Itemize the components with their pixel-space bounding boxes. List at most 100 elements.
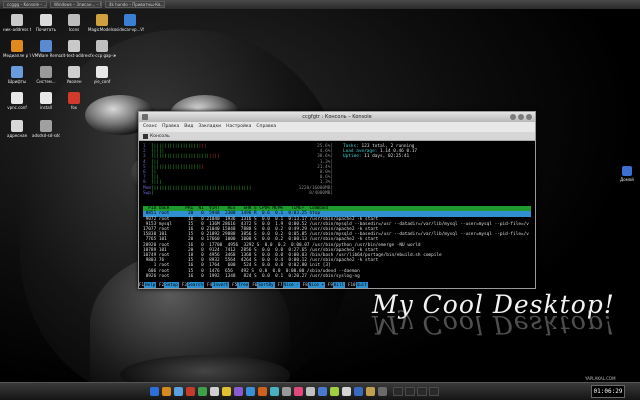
function-key[interactable]: F1 Help <box>139 282 157 288</box>
maximize-icon[interactable] <box>518 114 524 120</box>
app-launcher-icon[interactable] <box>330 387 339 396</box>
function-key[interactable]: F9 Kill <box>328 282 346 288</box>
function-key[interactable]: F8 Nice + <box>303 282 325 288</box>
desktop-icon-label: alt-test-address t... <box>60 53 88 58</box>
function-key-label: Tree <box>237 282 250 288</box>
function-key[interactable]: F10 Quit <box>348 282 368 288</box>
desktop-icon[interactable]: Медиапле р VLC <box>3 40 31 58</box>
home-folder-icon <box>622 166 632 176</box>
function-key-label: Quit <box>355 282 368 288</box>
konsole-window[interactable]: ccgfgtr : Консоль – Konsole Сеанс Правка… <box>138 111 536 289</box>
window-menu-icon[interactable] <box>142 114 148 120</box>
pager-desktop-1[interactable] <box>393 387 403 396</box>
file-icon <box>40 92 52 104</box>
meter-bar-red: ||| <box>198 144 207 149</box>
desktop-icon[interactable]: ник–address t... <box>3 14 31 32</box>
app-launcher-icon[interactable] <box>210 387 219 396</box>
desktop-icon[interactable]: MagicModelsol <box>88 14 116 32</box>
app-launcher-icon[interactable] <box>282 387 291 396</box>
taskbar-tab[interactable]: Windows – Зписан... – Sk <box>50 1 102 8</box>
panel-clock[interactable]: 01:06:29 <box>591 385 625 398</box>
desktop-icon[interactable]: Уволен <box>60 66 88 84</box>
menu-edit[interactable]: Правка <box>162 122 179 132</box>
function-key[interactable]: F6 SortBy <box>252 282 275 288</box>
file-icon <box>11 92 23 104</box>
file-icon <box>11 120 23 132</box>
desktop-icon-label: Уволен <box>66 79 82 84</box>
function-key-label: Help <box>144 282 157 288</box>
desktop-icon[interactable]: yie_conf <box>88 66 116 84</box>
desktop-icon[interactable]: install <box>32 92 60 110</box>
file-icon <box>11 14 23 26</box>
function-key[interactable]: F7 Nice - <box>278 282 300 288</box>
meter-bar-green: [ <box>151 190 154 196</box>
desktop-icon[interactable]: vpnc.conf <box>3 92 31 110</box>
file-icon <box>40 40 52 52</box>
menu-view[interactable]: Вид <box>184 122 193 132</box>
function-key[interactable]: F2 Setup <box>159 282 179 288</box>
desktop-icon[interactable]: VMWare Remote <box>32 40 60 58</box>
desktop-icon-home[interactable]: Домой <box>618 166 636 182</box>
tab-bar: Консоль <box>139 132 535 141</box>
desktop-icon[interactable]: sfx-сср gap–ждет <box>88 40 116 58</box>
app-launcher-icon[interactable] <box>234 387 243 396</box>
desktop-icon[interactable]: Шрифты <box>3 66 31 84</box>
app-launcher-icon[interactable] <box>162 387 171 396</box>
app-launcher-icon[interactable] <box>258 387 267 396</box>
app-launcher-icon[interactable] <box>186 387 195 396</box>
app-launcher-icon[interactable] <box>354 387 363 396</box>
pager-desktop-3[interactable] <box>417 387 427 396</box>
window-titlebar[interactable]: ccgfgtr : Консоль – Konsole <box>139 112 535 122</box>
process-row[interactable]: 8926 root 16 0 1992 1348 824 S 0.0 0.1 0… <box>143 274 531 279</box>
meter-label: Swp <box>143 190 151 196</box>
desktop-icon-label: адресная <box>7 133 27 138</box>
desktop-icon-label: ник–address t... <box>3 27 31 32</box>
desktop-slogan-reflection: My Cool Desktop! <box>372 310 615 339</box>
htop-stat: Uptime: 11 days, 02:25:41 <box>343 154 523 159</box>
app-launcher-icon[interactable] <box>174 387 183 396</box>
function-key-label: Search <box>186 282 204 288</box>
meter-bar-green: [||||||||||||||||||||| <box>151 154 210 160</box>
function-key[interactable]: F3 Search <box>182 282 204 288</box>
meter-bar-red: | <box>201 164 204 170</box>
minimize-icon[interactable] <box>510 114 516 120</box>
desktop-icon[interactable]: adsdsd-sd-sdd <box>32 120 60 138</box>
desktop-icon[interactable]: alt-test-address t... <box>60 40 88 58</box>
function-key-label: Nice - <box>282 282 300 288</box>
htop-meters: 1 [|||||||||||||||||||| 25.6%] 2 [|||| 4.6%] 3… <box>143 144 531 196</box>
app-launcher-icon[interactable] <box>378 387 387 396</box>
app-launcher-icon[interactable] <box>222 387 231 396</box>
function-key[interactable]: F5 Tree <box>232 282 250 288</box>
taskbar-tab[interactable]: ccggg – Konsole – ... <box>3 1 47 8</box>
pager-desktop-4[interactable] <box>429 387 439 396</box>
menu-session[interactable]: Сеанс <box>143 122 157 132</box>
function-key[interactable]: F4 Invert <box>207 282 230 288</box>
app-launcher-icon[interactable] <box>342 387 351 396</box>
menu-help[interactable]: Справка <box>256 122 276 132</box>
desktop-icon[interactable]: Систем... <box>32 66 60 84</box>
close-icon[interactable] <box>526 114 532 120</box>
desktop-icon-label: Icons <box>68 27 80 32</box>
desktop-icon-label: VMWare Remote <box>32 53 60 58</box>
app-launcher-icon[interactable] <box>246 387 255 396</box>
menu-settings[interactable]: Настройка <box>226 122 251 132</box>
desktop-icon[interactable]: адресная <box>3 120 31 138</box>
terminal-output[interactable]: 1 [|||||||||||||||||||| 25.6%] 2 [|||| 4.6%] 3… <box>139 141 535 288</box>
app-launcher-icon[interactable] <box>318 387 327 396</box>
file-icon <box>96 40 108 52</box>
app-launcher-icon[interactable] <box>306 387 315 396</box>
tab-console[interactable]: Консоль <box>150 132 170 141</box>
app-launcher-icon[interactable] <box>150 387 159 396</box>
app-launcher-icon[interactable] <box>270 387 279 396</box>
desktop-icon[interactable]: fox <box>60 92 88 110</box>
meter-value: 0/4000MB] <box>309 190 333 196</box>
app-launcher-icon[interactable] <box>366 387 375 396</box>
app-launcher-icon[interactable] <box>294 387 303 396</box>
desktop-icon[interactable]: sidecar-vp...VSC <box>116 14 144 32</box>
menu-bookmarks[interactable]: Закладки <box>198 122 221 132</box>
desktop-icon[interactable]: Почитать <box>32 14 60 32</box>
app-launcher-icon[interactable] <box>198 387 207 396</box>
desktop-icon[interactable]: Icons <box>60 14 88 32</box>
pager-desktop-2[interactable] <box>405 387 415 396</box>
taskbar-tab[interactable]: 4k hundo – Приватнш-Кв... <box>105 1 165 8</box>
